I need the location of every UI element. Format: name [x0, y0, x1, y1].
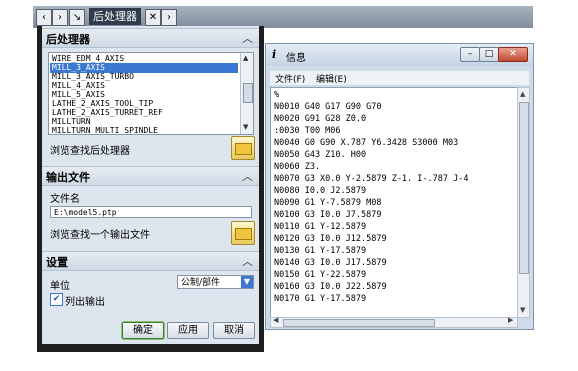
settings-section-header[interactable]: 设置 ︿	[42, 251, 259, 271]
chevron-up-icon[interactable]: ︿	[242, 168, 253, 184]
code-line: N0100 G3 I0.0 J7.5879	[274, 210, 382, 220]
dialog-body: 后处理器 ︿ WIRE_EDM_4_AXIS MILL_3_AXIS MILL_…	[42, 26, 259, 344]
forward-arrow-icon[interactable]: ›	[52, 9, 68, 26]
output-section-header[interactable]: 输出文件 ︿	[42, 166, 259, 186]
cancel-button[interactable]: 取消	[213, 322, 255, 339]
vertical-scrollbar[interactable]: ▲ ▼	[517, 87, 530, 318]
scroll-right-icon[interactable]: ▶	[508, 316, 513, 324]
info-titlebar[interactable]: i 信息 – □ ✕	[266, 44, 533, 66]
code-line: N0140 G3 I0.0 J17.5879	[274, 258, 387, 268]
code-line: N0020 G91 G28 Z0.0	[274, 114, 367, 124]
code-line: N0050 G43 Z10. H00	[274, 150, 367, 160]
scroll-up-icon[interactable]: ▲	[520, 90, 525, 98]
pin-icon[interactable]: ↘	[69, 9, 85, 26]
scroll-left-icon[interactable]: ◀	[273, 316, 278, 324]
list-output-checkbox[interactable]: ✔	[50, 293, 63, 306]
unit-dropdown[interactable]: 公制/部件 ▼	[177, 275, 254, 289]
toolbar-title: 后处理器	[89, 8, 141, 25]
scroll-up-icon[interactable]: ▲	[243, 54, 248, 62]
code-line: N0060 Z3.	[274, 162, 321, 172]
info-title: 信息	[286, 53, 306, 64]
unit-label: 单位	[50, 281, 70, 292]
chevron-right-icon[interactable]: ›	[161, 9, 177, 26]
code-line: N0150 G1 Y-22.5879	[274, 270, 367, 280]
code-line: N0110 G1 Y-12.5879	[274, 222, 367, 232]
chevron-up-icon[interactable]: ︿	[242, 253, 253, 269]
filename-field[interactable]: E:\model5.ptp	[50, 206, 252, 218]
open-folder-icon[interactable]	[231, 136, 255, 160]
code-line: N0130 G1 Y-17.5879	[274, 246, 367, 256]
info-icon: i	[272, 48, 277, 61]
folder-shape	[235, 143, 252, 155]
list-item[interactable]: MILLTURN_MULTI_SPINDLE	[52, 126, 158, 134]
postprocessor-section-header[interactable]: 后处理器 ︿	[42, 28, 259, 48]
open-folder-icon[interactable]	[231, 221, 255, 245]
code-line: N0160 G3 I0.0 J22.5879	[274, 282, 387, 292]
apply-button[interactable]: 应用	[167, 322, 209, 339]
code-line: N0170 G1 Y-17.5879	[274, 294, 367, 304]
browse-output-label: 浏览查找一个输出文件	[50, 230, 150, 241]
code-line: :0030 T00 M06	[274, 126, 341, 136]
chevron-up-icon[interactable]: ︿	[242, 30, 253, 46]
browse-postprocessor-label: 浏览查找后处理器	[50, 146, 130, 157]
code-line: N0090 G1 Y-7.5879 M08	[274, 198, 382, 208]
info-window: i 信息 – □ ✕ 文件(F) 编辑(E) % N0010 G40 G17 G…	[265, 43, 534, 330]
menu-file[interactable]: 文件(F)	[275, 72, 305, 85]
filename-label: 文件名	[50, 194, 80, 205]
maximize-button[interactable]: □	[479, 47, 499, 62]
back-arrow-icon[interactable]: ‹	[36, 9, 52, 26]
close-icon[interactable]: ✕	[145, 9, 161, 26]
section-title: 设置	[46, 256, 68, 269]
menu-edit[interactable]: 编辑(E)	[316, 72, 347, 85]
dropdown-arrow-icon[interactable]: ▼	[241, 276, 253, 288]
menu-bar: 文件(F) 编辑(E)	[270, 71, 529, 85]
postprocess-dialog: 后处理器 ︿ WIRE_EDM_4_AXIS MILL_3_AXIS MILL_…	[37, 26, 264, 352]
code-line: N0080 I0.0 J2.5879	[274, 186, 367, 196]
list-output-label: 列出输出	[65, 297, 105, 308]
folder-shape	[235, 228, 252, 240]
top-toolbar: ‹ › ↘ 后处理器 ✕ ›	[33, 6, 533, 28]
horizontal-scrollbar[interactable]: ◀ ▶	[270, 316, 518, 328]
scroll-thumb[interactable]	[519, 102, 529, 274]
scroll-down-icon[interactable]: ▼	[520, 306, 525, 314]
minimize-button[interactable]: –	[460, 47, 480, 62]
nc-code-text[interactable]: % N0010 G40 G17 G90 G70 N0020 G91 G28 Z0…	[270, 87, 518, 318]
section-title: 输出文件	[46, 171, 90, 184]
scroll-thumb[interactable]	[243, 83, 253, 103]
close-button[interactable]: ✕	[498, 47, 528, 62]
code-line: N0120 G3 I0.0 J12.5879	[274, 234, 387, 244]
section-title: 后处理器	[46, 33, 90, 46]
code-line: N0040 G0 G90 X.787 Y6.3428 S3000 M03	[274, 138, 459, 148]
scroll-thumb[interactable]	[283, 319, 435, 327]
ok-button[interactable]: 确定	[121, 321, 165, 340]
postprocessor-list[interactable]: WIRE_EDM_4_AXIS MILL_3_AXIS MILL_3_AXIS_…	[48, 52, 254, 135]
code-line: N0010 G40 G17 G90 G70	[274, 102, 382, 112]
unit-value: 公制/部件	[181, 278, 221, 288]
code-line: N0070 G3 X0.0 Y-2.5879 Z-1. I-.787 J-4	[274, 174, 469, 184]
scroll-down-icon[interactable]: ▼	[243, 123, 248, 131]
list-scrollbar[interactable]: ▲ ▼	[240, 53, 253, 134]
code-line: %	[274, 90, 280, 100]
